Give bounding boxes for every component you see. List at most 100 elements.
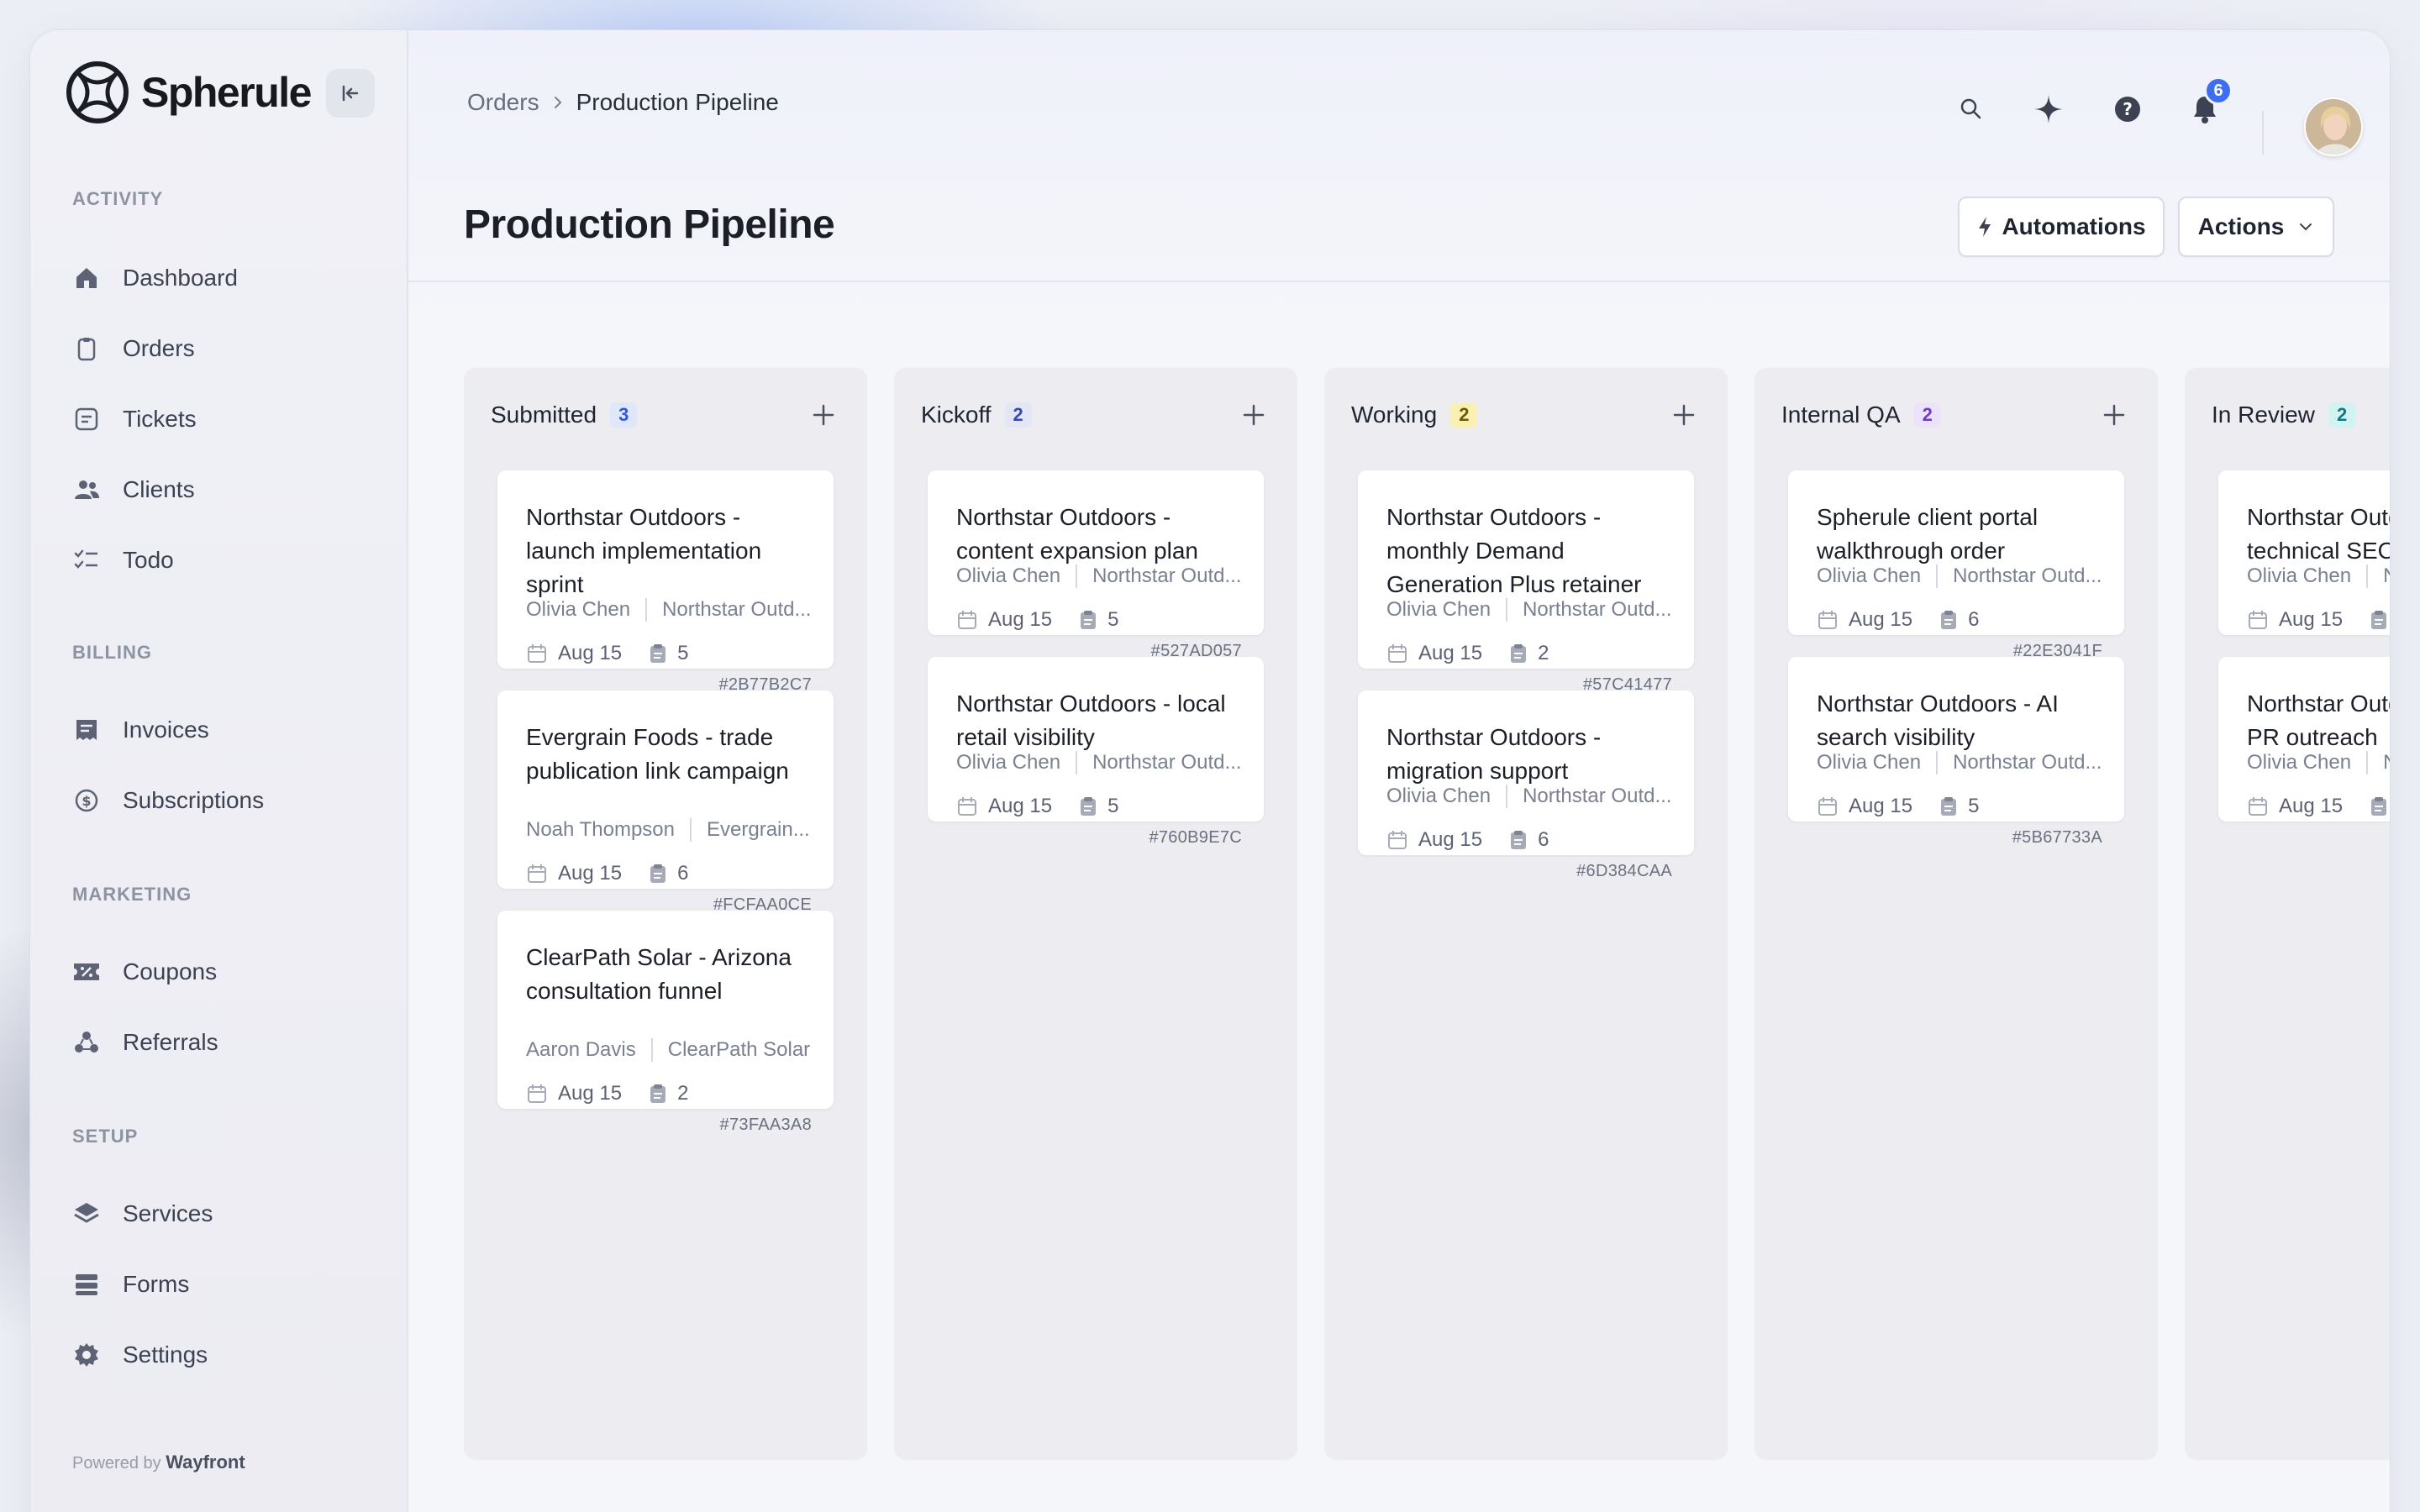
avatar[interactable] <box>2304 97 2363 156</box>
breadcrumb: Orders Production Pipeline <box>467 89 779 116</box>
kanban-column: In Review 2 Northstar Outdoors - technical… <box>2185 368 2390 1460</box>
ai-assistant-button[interactable] <box>2023 84 2074 134</box>
chevron-down-icon <box>2297 221 2314 233</box>
order-card[interactable]: Northstar Outdoors - AI search visibilit… <box>1788 657 2124 847</box>
card-assignee: Olivia Chen <box>956 564 1061 587</box>
card-order-id: #5B67733A <box>2012 828 2102 847</box>
card-assignee: Olivia Chen <box>956 751 1061 774</box>
card-title: Northstar Outdoors - launch implementati… <box>526 504 762 597</box>
column-header: Internal QA 2 <box>1781 398 1941 432</box>
sidebar-item-invoices[interactable]: Invoices <box>72 709 209 751</box>
sidebar-item-settings[interactable]: Settings <box>72 1334 208 1376</box>
tasks-icon <box>649 643 667 664</box>
plus-icon <box>2103 404 2125 426</box>
card-due-date: Aug 15 <box>558 642 623 664</box>
order-card[interactable]: Northstar Outdoors - launch implementati… <box>497 470 834 694</box>
order-card[interactable]: Northstar Outdoors - local retail visibi… <box>928 657 1264 847</box>
card-assignee: Olivia Chen <box>2247 751 2352 774</box>
sidebar-item-forms[interactable]: Forms <box>72 1263 189 1305</box>
search-button[interactable] <box>1946 84 1996 134</box>
subscription-icon: $ <box>72 786 101 815</box>
chevron-right-icon <box>551 94 565 111</box>
card-footer: Aug 15 6 <box>526 862 688 885</box>
order-card[interactable]: Northstar Outdoors - digital PR outreach… <box>2218 657 2390 822</box>
order-card[interactable]: Northstar Outdoors - migration support Ol… <box>1358 690 1694 880</box>
help-button[interactable]: ? <box>2102 84 2153 134</box>
card-meta: Olivia Chen Northstar Outd... <box>1386 598 1671 622</box>
sidebar-item-subscriptions[interactable]: $ Subscriptions <box>72 780 264 822</box>
checklist-icon <box>72 546 101 575</box>
order-card[interactable]: Northstar Outdoors - content expansion p… <box>928 470 1264 660</box>
card-client: Northstar Outd... <box>1523 598 1672 621</box>
meta-divider <box>1506 785 1508 808</box>
calendar-icon <box>1386 829 1408 851</box>
sidebar-item-services[interactable]: Services <box>72 1193 213 1235</box>
card-client: Northstar Outd... <box>1092 751 1242 774</box>
meta-divider <box>1936 751 1939 774</box>
sidebar-item-tickets[interactable]: Tickets <box>72 398 197 440</box>
card-title: Northstar Outdoors - digital PR outreach <box>2247 690 2390 750</box>
order-card[interactable]: Evergrain Foods - trade publication link… <box>497 690 834 914</box>
breadcrumb-orders-link[interactable]: Orders <box>467 89 539 116</box>
sidebar: Spherule ACTIVITY Dashboard Orders Ticke… <box>30 30 408 1512</box>
add-card-button[interactable] <box>1667 398 1701 432</box>
home-icon <box>72 264 101 292</box>
sidebar-item-referrals[interactable]: Referrals <box>72 1021 218 1063</box>
sidebar-item-todo[interactable]: Todo <box>72 539 174 581</box>
nav-section-activity: ACTIVITY <box>72 188 164 209</box>
add-card-button[interactable] <box>2097 398 2131 432</box>
add-card-button[interactable] <box>807 398 840 432</box>
calendar-icon <box>526 863 548 885</box>
calendar-icon <box>1817 609 1839 631</box>
card-assignee: Olivia Chen <box>1817 564 1922 587</box>
card-task-count: 6 <box>677 862 689 885</box>
card-title: Northstar Outdoors - local retail visibi… <box>956 690 1226 750</box>
card-footer: Aug 15 5 <box>956 608 1118 632</box>
powered-by-brand[interactable]: Wayfront <box>166 1452 245 1473</box>
card-client: ClearPath Solar <box>667 1038 811 1061</box>
collapse-sidebar-button[interactable] <box>326 69 375 118</box>
card-client: Northstar Outd... <box>1092 564 1242 587</box>
sidebar-item-label: Dashboard <box>123 265 238 291</box>
kanban-column: Working 2 Northstar Outdoors - monthly Dem… <box>1324 368 1728 1460</box>
actions-dropdown[interactable]: Actions <box>2178 197 2334 257</box>
card-meta: Aaron Davis ClearPath Solar <box>526 1038 810 1062</box>
tasks-icon <box>1939 609 1958 631</box>
users-icon <box>72 475 101 504</box>
card-meta: Olivia Chen Northstar Outd... <box>2247 564 2390 588</box>
order-card[interactable]: Northstar Outdoors - technical SEOOlivia… <box>2218 470 2390 635</box>
card-client: Northstar Outd... <box>1953 751 2102 774</box>
card-task-count: 6 <box>1538 828 1549 851</box>
automations-button[interactable]: Automations <box>1958 197 2165 257</box>
svg-text:$: $ <box>82 793 91 809</box>
meta-divider <box>645 598 648 622</box>
sidebar-item-dashboard[interactable]: Dashboard <box>72 257 238 299</box>
order-card[interactable]: ClearPath Solar - Arizona consultation f… <box>497 911 834 1134</box>
card-assignee: Noah Thompson <box>526 818 675 841</box>
plus-icon <box>1243 404 1265 426</box>
card-assignee: Olivia Chen <box>1817 751 1922 774</box>
add-card-button[interactable] <box>1237 398 1270 432</box>
column-header: Submitted 3 <box>491 398 638 432</box>
sidebar-item-label: Clients <box>123 476 195 502</box>
card-client: Northstar Outd... <box>1523 785 1672 807</box>
sidebar-item-label: Forms <box>123 1271 190 1297</box>
breadcrumb-current: Production Pipeline <box>576 89 779 115</box>
sidebar-item-clients[interactable]: Clients <box>72 469 195 511</box>
order-card[interactable]: Northstar Outdoors - monthly Demand Gene… <box>1358 470 1694 694</box>
order-card[interactable]: Spherule client portal walkthrough order… <box>1788 470 2124 660</box>
card-meta: Olivia Chen Northstar Outd... <box>526 598 811 622</box>
column-title: Internal QA <box>1781 402 1901 428</box>
sidebar-item-coupons[interactable]: Coupons <box>72 951 217 993</box>
sidebar-item-orders[interactable]: Orders <box>72 328 195 370</box>
column-count-badge: 3 <box>610 402 638 428</box>
lightning-icon <box>1976 215 1993 239</box>
app-window: Spherule ACTIVITY Dashboard Orders Ticke… <box>30 30 2390 1512</box>
card-due-date: Aug 15 <box>2279 795 2344 817</box>
card-meta: Olivia Chen Northstar Outd... <box>956 751 1241 774</box>
card-due-date: Aug 15 <box>558 862 623 885</box>
card-footer: Aug 15 6 <box>1386 828 1549 852</box>
meta-divider <box>1506 598 1508 622</box>
brand[interactable]: Spherule <box>66 60 312 124</box>
card-task-count: 5 <box>1107 795 1119 817</box>
